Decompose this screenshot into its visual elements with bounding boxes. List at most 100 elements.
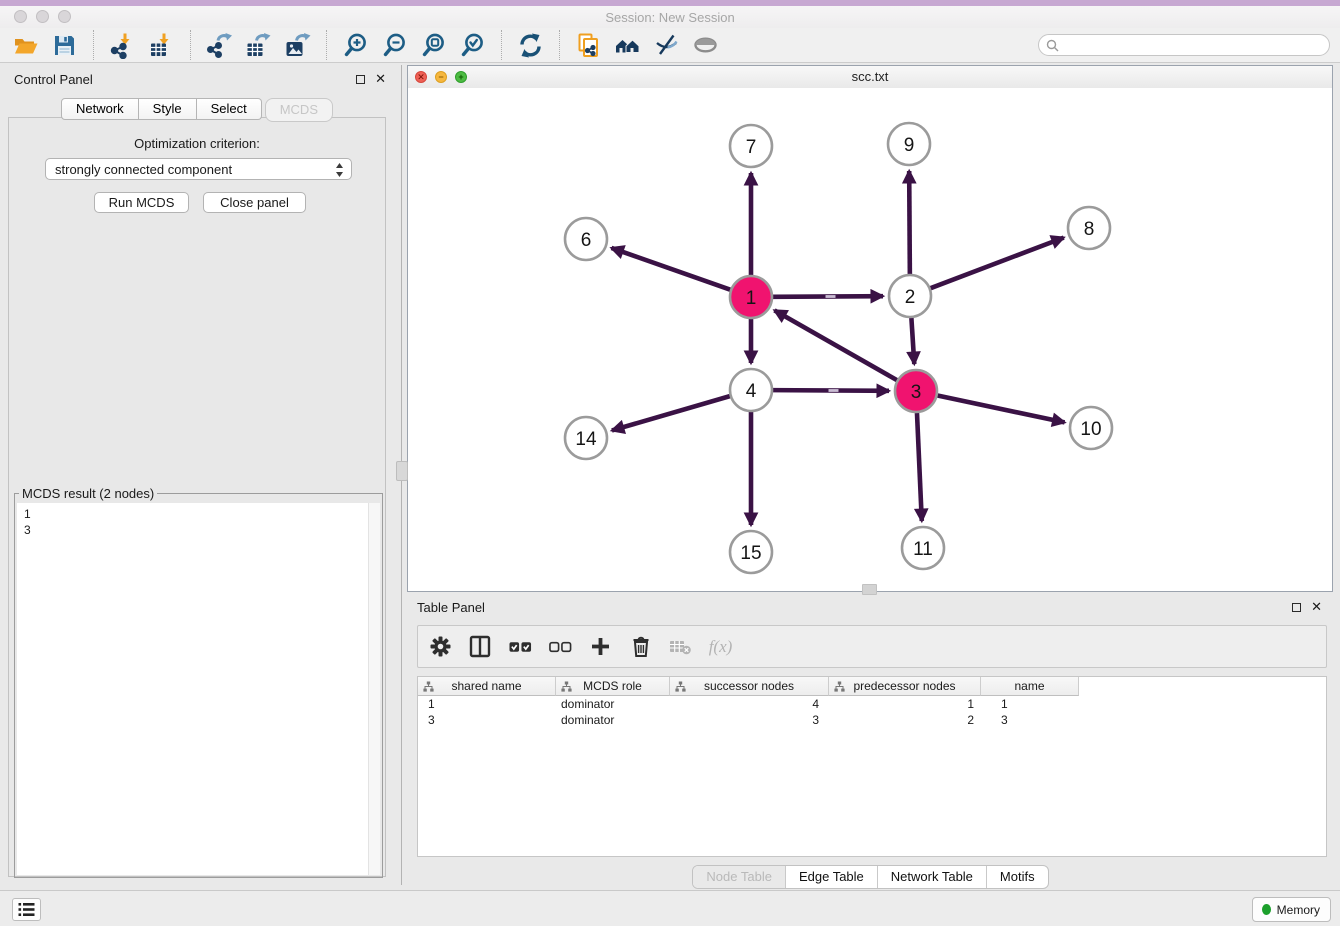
column-header-successor-nodes[interactable]: successor nodes xyxy=(670,677,829,696)
table-row[interactable]: 3dominator323 xyxy=(418,712,1326,728)
import-network-button[interactable] xyxy=(107,30,138,61)
floppy-disk-icon xyxy=(51,32,78,59)
graph-edge-3-10[interactable] xyxy=(938,396,1065,423)
export-network-button[interactable] xyxy=(204,30,235,61)
export-table-icon xyxy=(245,32,272,59)
close-panel-button[interactable]: Close panel xyxy=(203,192,306,213)
window-title: Session: New Session xyxy=(0,10,1340,25)
graph-node-9[interactable]: 9 xyxy=(888,123,930,165)
column-header-name[interactable]: name xyxy=(981,677,1079,696)
titlebar: Session: New Session xyxy=(0,6,1340,28)
network-graph[interactable]: 7 9 6 8 1 2 4 3 14 10 15 11 xyxy=(408,88,1332,592)
zoom-selected-button[interactable] xyxy=(457,30,488,61)
graph-node-8[interactable]: 8 xyxy=(1068,207,1110,249)
save-session-button[interactable] xyxy=(49,30,80,61)
graph-node-4[interactable]: 4 xyxy=(730,369,772,411)
horizontal-splitter-handle[interactable] xyxy=(862,584,877,595)
toolbar-separator xyxy=(93,30,94,60)
plus-icon xyxy=(591,637,610,656)
open-session-button[interactable] xyxy=(10,30,41,61)
search-input[interactable] xyxy=(1059,35,1329,55)
hide-graphics-details-button[interactable] xyxy=(651,30,682,61)
close-panel-icon[interactable]: ✕ xyxy=(1311,602,1322,612)
apply-layout-button[interactable] xyxy=(515,30,546,61)
first-neighbors-button[interactable] xyxy=(612,30,643,61)
graph-node-1[interactable]: 1 xyxy=(730,276,772,318)
cell-name: 1 xyxy=(981,697,1079,711)
graph-node-3[interactable]: 3 xyxy=(895,370,937,412)
show-graphics-details-button[interactable] xyxy=(690,30,721,61)
tab-mcds[interactable]: MCDS xyxy=(265,98,333,122)
graph-node-10[interactable]: 10 xyxy=(1070,407,1112,449)
graph-node-15[interactable]: 15 xyxy=(730,531,772,573)
svg-text:4: 4 xyxy=(746,381,757,402)
export-table-button[interactable] xyxy=(243,30,274,61)
attribute-tree-icon xyxy=(834,681,845,695)
graph-edge-1-6[interactable] xyxy=(611,248,730,290)
column-header-predecessor-nodes[interactable]: predecessor nodes xyxy=(829,677,981,696)
table-header-row: shared name MCDS rolesuccessor nodesprede… xyxy=(418,677,1326,696)
table-panel: Table Panel ✕ xyxy=(407,597,1334,890)
tab-network-table[interactable]: Network Table xyxy=(877,866,986,888)
function-builder-button: f(x) xyxy=(709,637,732,657)
tab-edge-table[interactable]: Edge Table xyxy=(785,866,877,888)
zoom-check-icon xyxy=(459,32,486,59)
graph-edge-3-11[interactable] xyxy=(917,413,922,521)
mcds-result-textarea[interactable]: 1 3 xyxy=(17,503,380,875)
table-panel-tabs: Node TableEdge TableNetwork TableMotifs xyxy=(692,865,1048,889)
run-mcds-button[interactable]: Run MCDS xyxy=(94,192,189,213)
column-header-label: shared name xyxy=(451,679,521,693)
node-table[interactable]: shared name MCDS rolesuccessor nodesprede… xyxy=(417,676,1327,857)
float-panel-icon[interactable] xyxy=(1292,603,1301,612)
zoom-out-button[interactable] xyxy=(379,30,410,61)
zoom-fit-icon xyxy=(420,32,447,59)
table-row[interactable]: 1dominator411 xyxy=(418,696,1326,712)
show-columns-button[interactable] xyxy=(469,635,492,658)
graph-edge-2-9[interactable] xyxy=(909,171,910,274)
control-panel: Control Panel ✕ NetworkStyleSelectMCDS O… xyxy=(0,65,394,890)
import-table-button[interactable] xyxy=(146,30,177,61)
checked-boxes-icon xyxy=(509,639,532,655)
tab-style[interactable]: Style xyxy=(139,98,197,120)
zoom-fit-button[interactable] xyxy=(418,30,449,61)
select-all-rows-button[interactable] xyxy=(509,639,532,655)
graph-edge-2-8[interactable] xyxy=(931,238,1064,289)
graph-node-6[interactable]: 6 xyxy=(565,218,607,260)
criterion-dropdown[interactable]: strongly connected component xyxy=(45,158,352,180)
vertical-splitter-handle[interactable] xyxy=(396,461,408,481)
memory-button[interactable]: Memory xyxy=(1252,897,1331,922)
zoom-in-button[interactable] xyxy=(340,30,371,61)
column-header-shared-name[interactable]: shared name xyxy=(418,677,556,696)
tab-node-table[interactable]: Node Table xyxy=(693,866,785,888)
column-header-MCDS-role[interactable]: MCDS role xyxy=(556,677,670,696)
search-field[interactable] xyxy=(1038,34,1330,56)
graph-edge-4-14[interactable] xyxy=(612,396,730,430)
tab-select[interactable]: Select xyxy=(197,98,262,120)
graph-edge-3-1[interactable] xyxy=(774,310,896,380)
network-window-titlebar[interactable]: ✕ − + scc.txt xyxy=(408,66,1332,89)
fx-icon: f(x) xyxy=(709,637,733,657)
attribute-tree-icon xyxy=(561,681,572,695)
unselect-all-rows-button[interactable] xyxy=(549,639,572,655)
graph-edge-2-3[interactable] xyxy=(911,318,914,364)
graph-node-2[interactable]: 2 xyxy=(889,275,931,317)
graph-node-14[interactable]: 14 xyxy=(565,417,607,459)
add-row-button[interactable] xyxy=(589,637,612,656)
svg-text:7: 7 xyxy=(746,137,757,158)
table-panel-title: Table Panel xyxy=(417,600,485,615)
close-panel-icon[interactable]: ✕ xyxy=(375,74,386,84)
graph-node-11[interactable]: 11 xyxy=(902,527,944,569)
graph-node-7[interactable]: 7 xyxy=(730,125,772,167)
network-canvas[interactable]: 7 9 6 8 1 2 4 3 14 10 15 11 xyxy=(408,88,1332,591)
svg-text:15: 15 xyxy=(740,543,761,564)
duplicate-network-button[interactable] xyxy=(573,30,604,61)
delete-rows-button[interactable] xyxy=(629,635,652,658)
table-options-button[interactable] xyxy=(429,636,452,657)
tab-network[interactable]: Network xyxy=(61,98,139,120)
result-scrollbar[interactable] xyxy=(368,503,380,875)
float-panel-icon[interactable] xyxy=(356,75,365,84)
export-image-button[interactable] xyxy=(282,30,313,61)
task-history-button[interactable] xyxy=(12,898,41,921)
tab-motifs[interactable]: Motifs xyxy=(986,866,1048,888)
delete-table-icon xyxy=(669,638,692,655)
